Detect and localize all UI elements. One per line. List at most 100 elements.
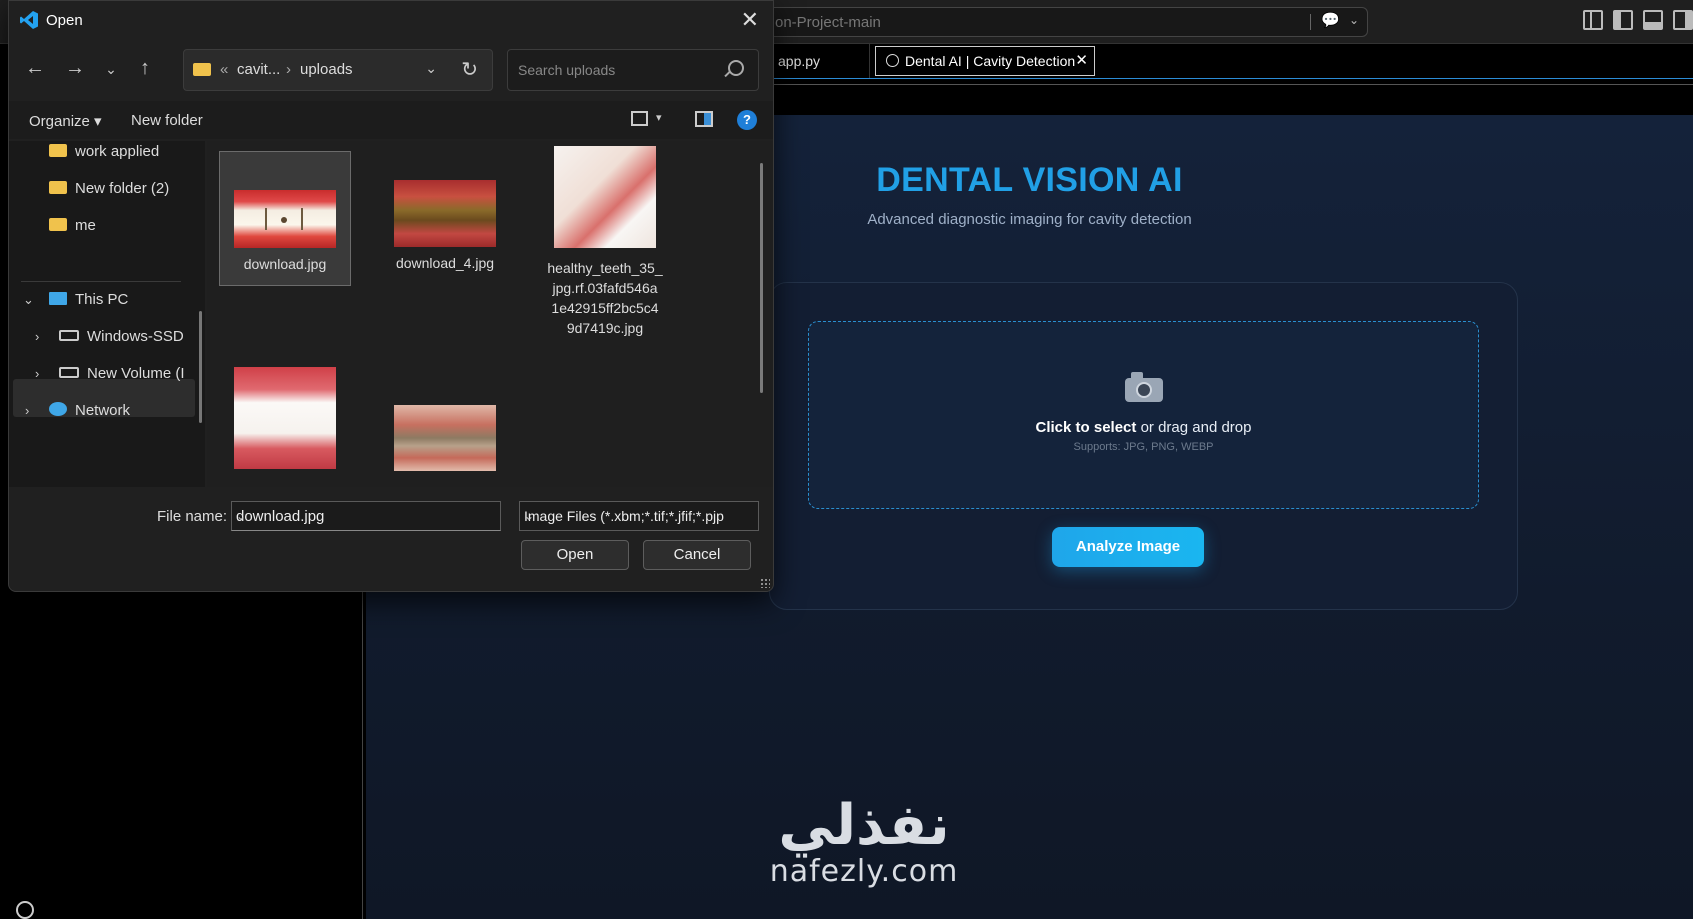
nav-folder-me[interactable]: me <box>49 217 96 234</box>
expand-chevron-icon[interactable]: › <box>25 403 29 418</box>
drive-icon <box>59 367 79 378</box>
file-list-scrollbar[interactable] <box>760 163 763 393</box>
file-item-download-4-jpg[interactable]: download_4.jpg <box>379 151 511 286</box>
dialog-title: Open <box>46 12 83 29</box>
search-placeholder: Search uploads <box>518 62 616 78</box>
globe-icon <box>886 54 899 67</box>
breadcrumb-parent[interactable]: cavit... <box>237 61 280 78</box>
file-thumbnail <box>234 190 336 248</box>
file-list: download.jpg download_4.jpg healthy_teet… <box>207 141 773 487</box>
close-icon[interactable]: ✕ <box>741 7 759 33</box>
file-type-select[interactable]: Image Files (*.xbm;*.tif;*.jfif;*.pjp ⌄ <box>519 501 759 531</box>
collapse-chevron-icon[interactable]: ⌄ <box>23 292 34 308</box>
chevron-down-icon[interactable]: ⌄ <box>425 60 437 77</box>
nav-item-label: Network <box>75 402 131 419</box>
file-name-input[interactable]: download.jpg ⌄ <box>231 501 501 531</box>
preview-pane-icon[interactable] <box>695 111 713 127</box>
chevron-down-icon: ⌄ <box>524 509 535 523</box>
expand-chevron-icon[interactable]: › <box>35 329 39 344</box>
folder-icon <box>49 181 67 194</box>
expand-chevron-icon[interactable]: › <box>35 366 39 381</box>
view-dropdown-icon[interactable]: ▾ <box>656 111 662 124</box>
nav-drive-windows-ssd[interactable]: Windows-SSD <box>59 328 184 345</box>
nav-divider <box>21 281 181 282</box>
forward-arrow-icon[interactable]: → <box>63 57 87 80</box>
tab-app-py[interactable]: app.py <box>770 44 870 78</box>
view-mode-icon[interactable] <box>631 111 648 126</box>
search-box[interactable]: Search uploads <box>507 49 759 91</box>
drop-rest-text: or drag and drop <box>1136 419 1252 436</box>
chevron-down-icon[interactable]: ⌄ <box>236 509 494 523</box>
nav-folder-work-applied[interactable]: work applied <box>49 143 159 160</box>
customize-layout-icon[interactable] <box>1583 10 1603 30</box>
copilot-chat-icon[interactable]: 💬 <box>1321 11 1341 31</box>
organize-button[interactable]: Organize ▾ <box>29 112 102 130</box>
file-item-download-jpg[interactable]: download.jpg <box>219 151 351 286</box>
nav-item-label: This PC <box>75 291 129 308</box>
file-name-line: healthy_teeth_35_ <box>547 260 663 276</box>
analyze-image-button[interactable]: Analyze Image <box>1052 527 1204 567</box>
folder-icon <box>49 144 67 157</box>
toggle-panel-icon[interactable] <box>1643 10 1663 30</box>
command-center[interactable]: on-Project-main 💬 ⌄ <box>760 7 1368 37</box>
close-tab-icon[interactable]: ✕ <box>1075 47 1088 75</box>
nav-scrollbar[interactable] <box>199 311 202 423</box>
new-folder-button[interactable]: New folder <box>131 112 203 129</box>
dialog-footer: File name: download.jpg ⌄ Image Files (*… <box>9 487 773 591</box>
computer-icon <box>49 292 67 305</box>
refresh-icon[interactable]: ↻ <box>461 57 478 82</box>
nav-item-label: New Volume (I <box>87 365 185 382</box>
command-center-separator <box>1310 14 1311 30</box>
chevron-down-icon[interactable]: ⌄ <box>1349 13 1359 27</box>
image-drop-zone[interactable]: Click to select or drag and drop Support… <box>808 321 1479 509</box>
drop-instructions: Click to select or drag and drop <box>809 419 1478 436</box>
folder-icon <box>49 218 67 231</box>
file-item-image-4[interactable] <box>219 367 351 477</box>
browser-address-bar[interactable] <box>770 84 1693 116</box>
folder-icon <box>193 63 211 76</box>
command-center-text: on-Project-main <box>775 14 881 31</box>
file-name-label: download_4.jpg <box>395 255 495 271</box>
nav-drive-new-volume[interactable]: New Volume (I <box>59 365 185 382</box>
back-arrow-icon[interactable]: ← <box>23 57 47 80</box>
nav-this-pc[interactable]: This PC <box>49 291 128 308</box>
recent-locations-chevron-icon[interactable]: ⌄ <box>99 61 123 78</box>
navigation-pane: work applied New folder (2) me ⌄ This PC… <box>9 141 205 487</box>
vscode-logo-icon <box>20 11 38 29</box>
account-icon[interactable] <box>16 901 34 919</box>
nav-item-label: Windows-SSD <box>87 328 184 345</box>
resize-grip-icon[interactable] <box>760 578 770 588</box>
layout-controls <box>1583 10 1693 32</box>
file-thumbnail <box>554 146 656 248</box>
watermark: نفذلي nafezly.com <box>744 798 984 890</box>
drive-icon <box>59 330 79 341</box>
teeth-thumbnail <box>265 208 303 230</box>
toggle-secondary-sidebar-icon[interactable] <box>1673 10 1693 30</box>
breadcrumb-overflow[interactable]: « <box>220 61 228 78</box>
breadcrumb-separator: › <box>286 61 291 78</box>
dialog-command-bar: Organize ▾ New folder ▾ ? <box>9 101 773 139</box>
breadcrumb-current[interactable]: uploads <box>300 61 353 78</box>
cancel-button[interactable]: Cancel <box>643 540 751 570</box>
address-breadcrumb[interactable]: « cavit... › uploads ⌄ ↻ <box>183 49 493 91</box>
nav-network[interactable]: Network <box>49 402 130 419</box>
file-name-label: download.jpg <box>243 256 327 272</box>
nav-item-label: New folder (2) <box>75 180 170 197</box>
dialog-nav-bar: ← → ⌄ ↑ « cavit... › uploads ⌄ ↻ Search … <box>9 45 773 95</box>
file-name-line: jpg.rf.03fafd546a <box>552 280 658 296</box>
nav-folder-new-folder-2[interactable]: New folder (2) <box>49 180 169 197</box>
open-file-dialog: Open ✕ ← → ⌄ ↑ « cavit... › uploads ⌄ ↻ … <box>8 0 774 592</box>
file-item-healthy-teeth[interactable]: healthy_teeth_35_ jpg.rf.03fafd546a 1e42… <box>539 146 671 341</box>
upload-card: Click to select or drag and drop Support… <box>769 282 1518 610</box>
up-arrow-icon[interactable]: ↑ <box>133 57 157 80</box>
help-icon[interactable]: ? <box>737 110 757 130</box>
tab-dental-ai-preview[interactable]: Dental AI | Cavity Detection ✕ <box>875 46 1095 76</box>
open-button[interactable]: Open <box>521 540 629 570</box>
watermark-latin: nafezly.com <box>769 854 959 889</box>
file-item-image-5[interactable] <box>379 367 511 477</box>
toggle-primary-sidebar-icon[interactable] <box>1613 10 1633 30</box>
file-thumbnail <box>394 405 496 471</box>
search-icon <box>728 60 744 76</box>
file-name-label-text: File name: <box>157 508 228 525</box>
file-name-line: 1e42915ff2bc5c4 <box>551 300 659 316</box>
